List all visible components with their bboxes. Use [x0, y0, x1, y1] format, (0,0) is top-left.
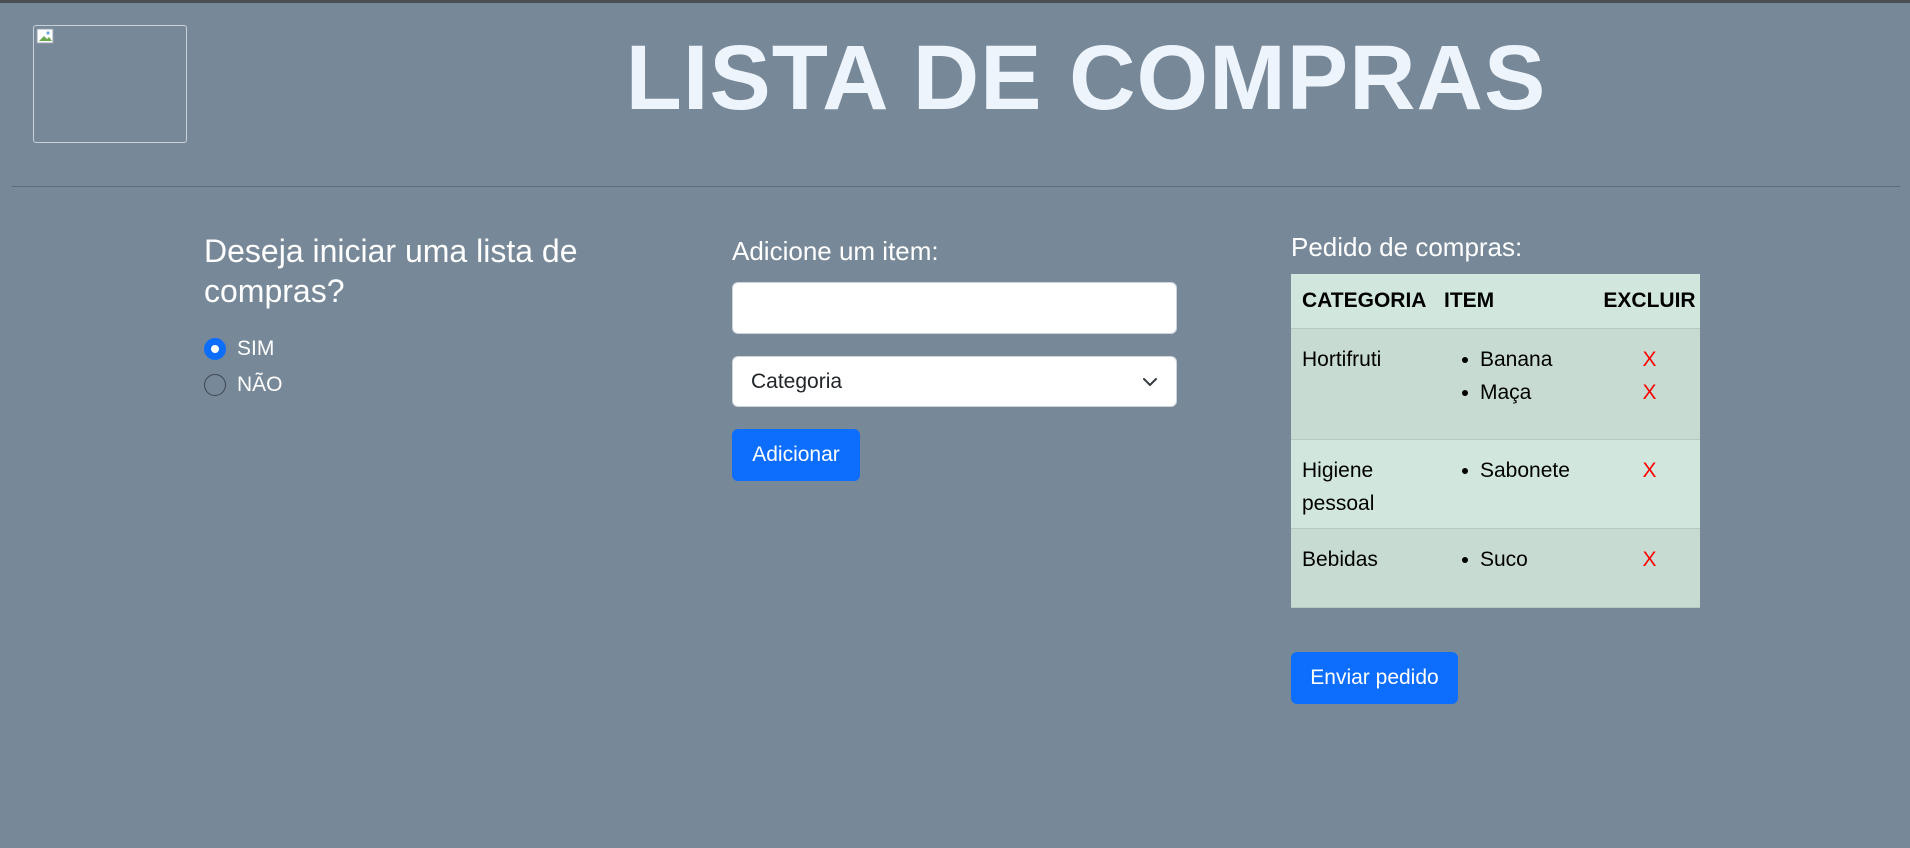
top-border	[0, 0, 1910, 3]
order-label: Pedido de compras:	[1291, 232, 1523, 262]
row-delete: X X	[1599, 329, 1700, 439]
list-item: Sabonete	[1433, 454, 1599, 487]
header-excluir: EXCLUIR	[1603, 289, 1696, 312]
delete-item-button[interactable]: X	[1599, 376, 1700, 409]
radio-nao-button[interactable]	[204, 374, 226, 396]
radio-nao-label[interactable]: NÃO	[237, 373, 283, 397]
radio-sim-label[interactable]: SIM	[237, 337, 274, 361]
item-input[interactable]	[732, 282, 1177, 334]
table-row: Higiene pessoal Sabonete X	[1291, 440, 1700, 529]
list-item: Suco	[1433, 543, 1599, 576]
add-item-label: Adicione um item:	[732, 236, 939, 266]
table-row: Bebidas Suco X	[1291, 529, 1700, 608]
list-item: Maça	[1433, 376, 1599, 409]
category-select-value: Categoria	[751, 369, 843, 393]
delete-item-button[interactable]: X	[1599, 454, 1700, 487]
category-select[interactable]: Categoria	[732, 356, 1177, 407]
row-category: Higiene pessoal	[1302, 459, 1375, 515]
table-row: Hortifruti Banana Maça X X	[1291, 329, 1700, 440]
chevron-down-icon	[1143, 377, 1157, 386]
delete-item-button[interactable]: X	[1599, 343, 1700, 376]
header-categoria: CATEGORIA	[1302, 289, 1427, 312]
row-delete: X	[1599, 529, 1700, 607]
page-title: LISTA DE COMPRAS	[625, 27, 1547, 129]
header-divider	[12, 186, 1900, 187]
send-order-button[interactable]: Enviar pedido	[1291, 652, 1458, 704]
row-category: Bebidas	[1302, 548, 1378, 571]
row-items: Suco	[1433, 529, 1599, 607]
row-delete: X	[1599, 440, 1700, 528]
header-item: ITEM	[1444, 289, 1495, 312]
row-items: Sabonete	[1433, 440, 1599, 528]
list-item: Banana	[1433, 343, 1599, 376]
start-question: Deseja iniciar uma lista de compras?	[204, 233, 578, 309]
radio-sim-button[interactable]	[204, 338, 226, 360]
table-header: CATEGORIA ITEM EXCLUIR	[1291, 274, 1700, 329]
radio-nao[interactable]: NÃO	[204, 373, 283, 397]
row-category: Hortifruti	[1302, 348, 1382, 371]
add-button[interactable]: Adicionar	[732, 429, 860, 481]
radio-sim[interactable]: SIM	[204, 337, 274, 361]
delete-item-button[interactable]: X	[1599, 543, 1700, 576]
row-items: Banana Maça	[1433, 329, 1599, 439]
order-table: CATEGORIA ITEM EXCLUIR Hortifruti Banana…	[1291, 274, 1700, 608]
